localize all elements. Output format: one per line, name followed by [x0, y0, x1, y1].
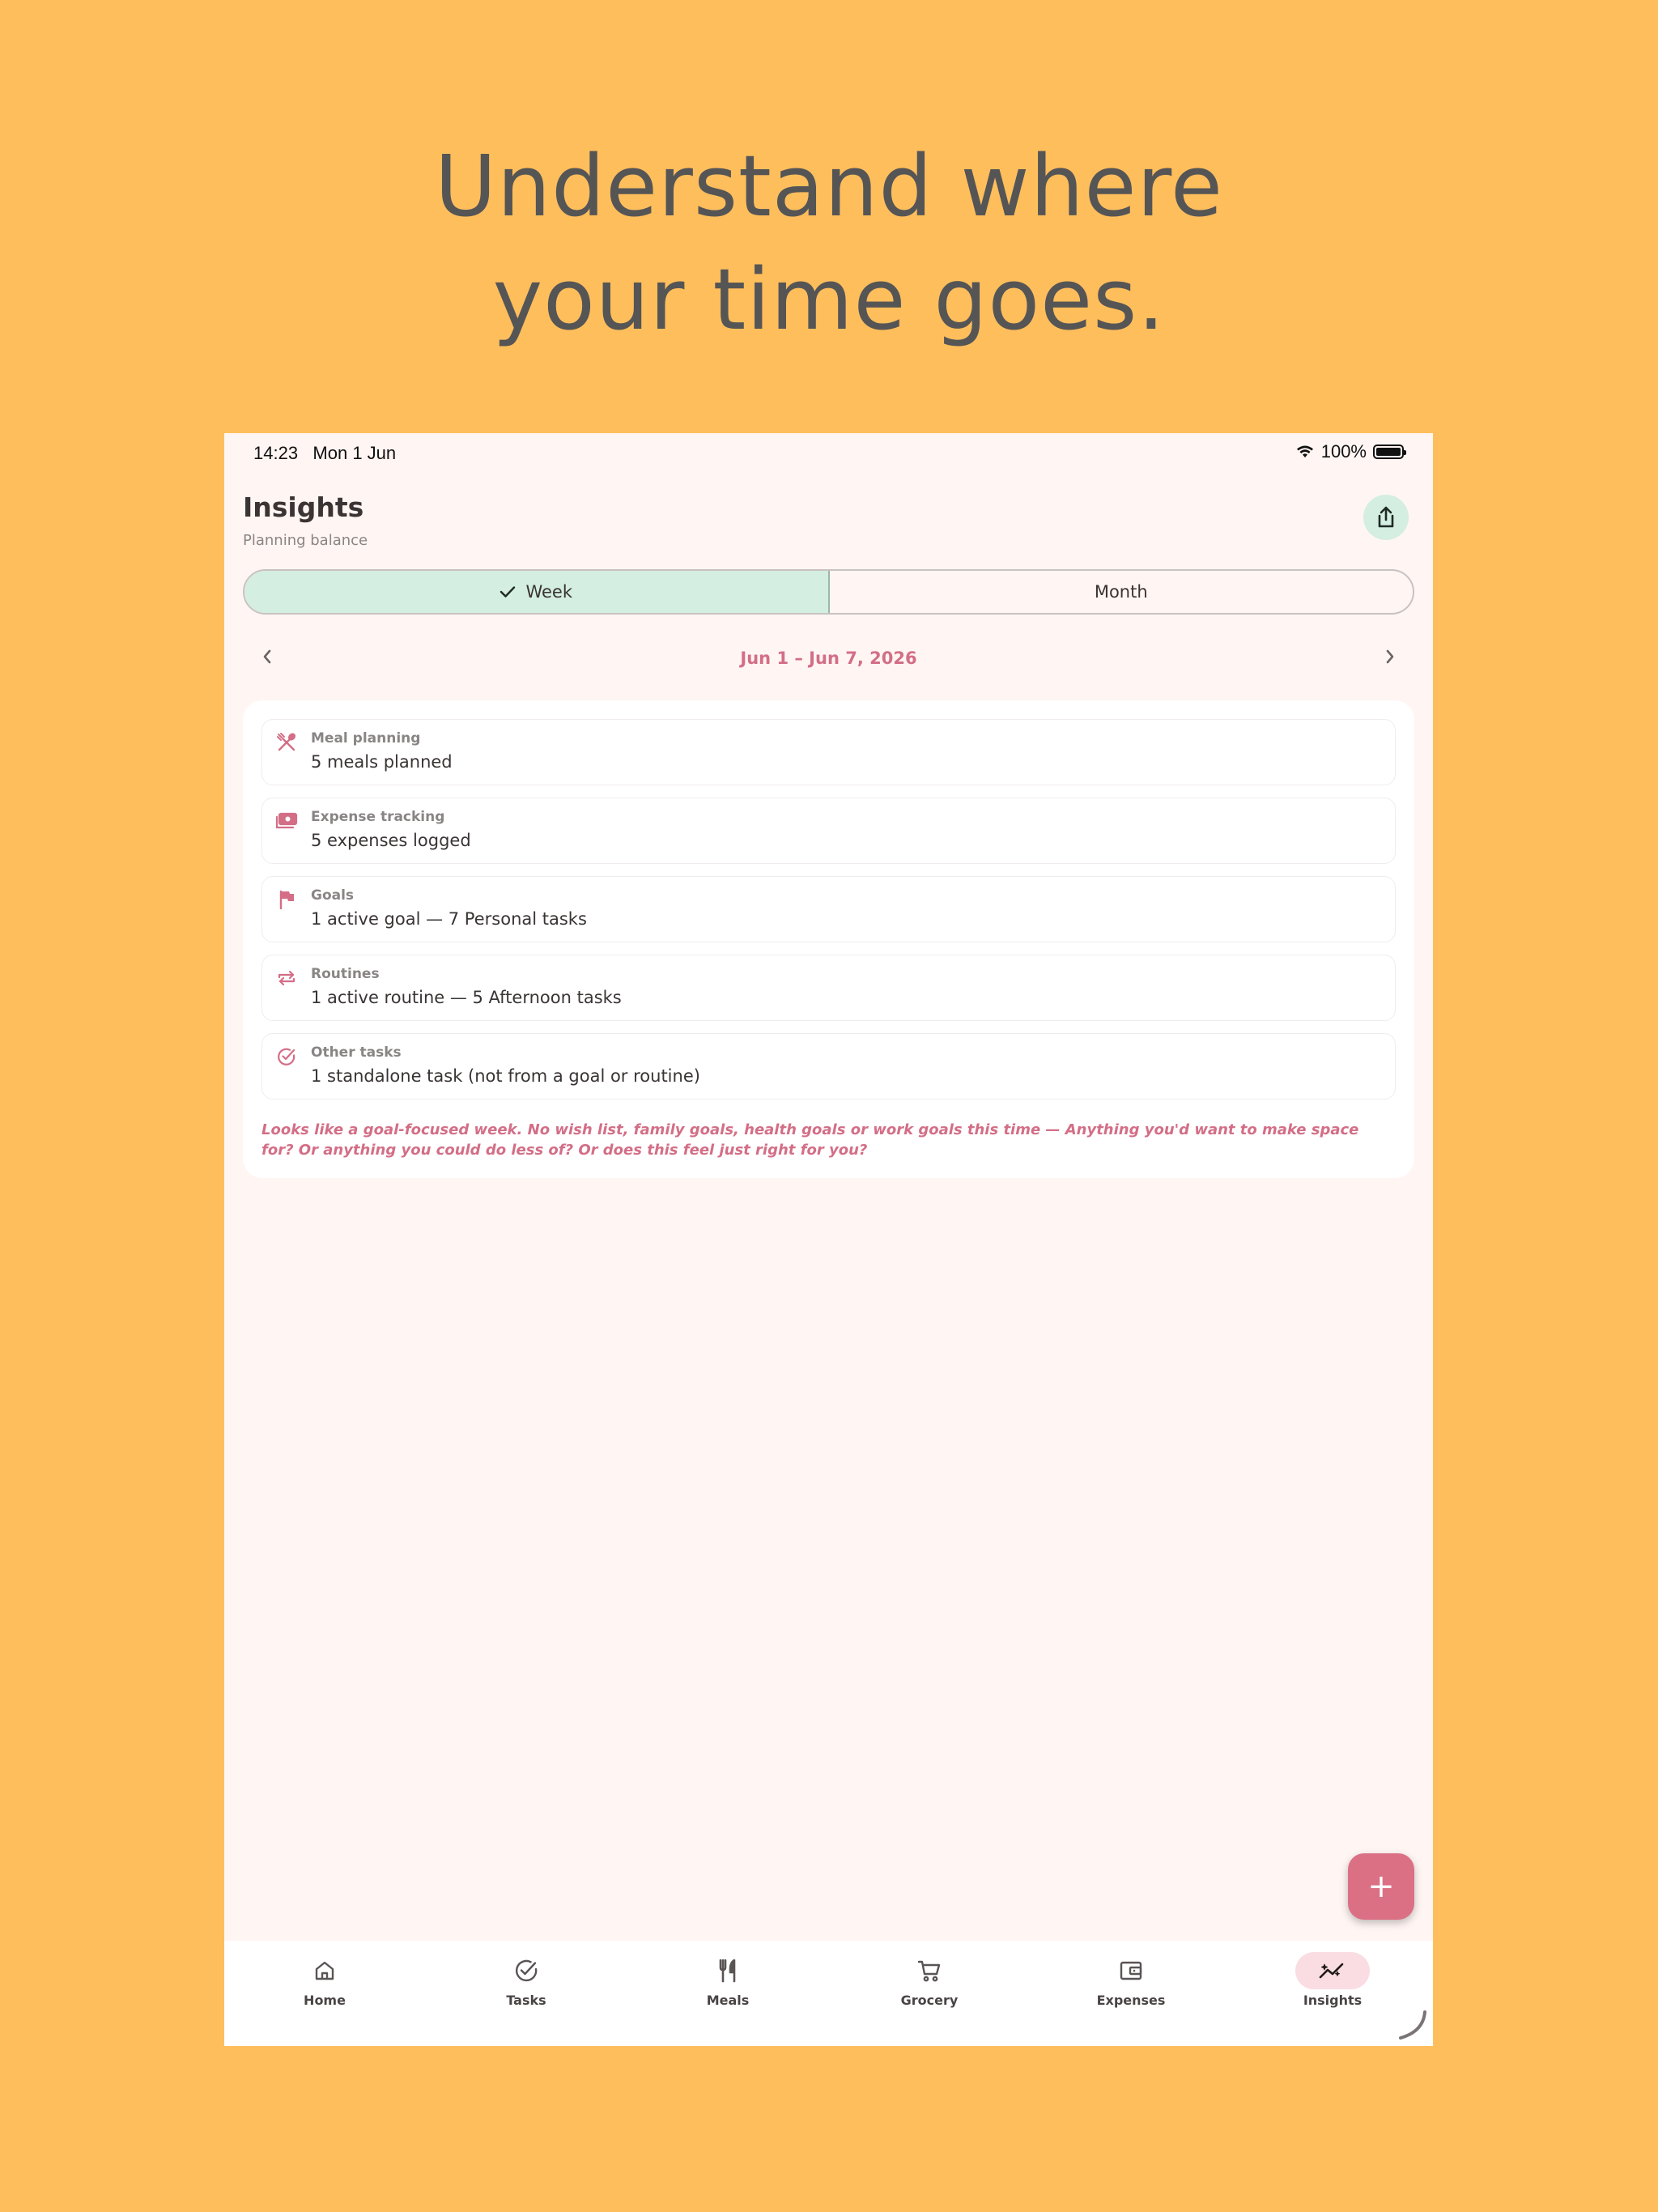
utensils-icon	[275, 731, 298, 754]
nav-item-insights[interactable]: Insights	[1284, 1952, 1381, 2008]
device-screen: 14:23 Mon 1 Jun 100% Insights Planning b…	[224, 433, 1433, 2046]
insight-item-meal-planning[interactable]: Meal planning 5 meals planned	[261, 719, 1396, 785]
battery-icon	[1373, 445, 1406, 459]
cart-icon	[917, 1960, 941, 1982]
nav-label: Insights	[1303, 1993, 1363, 2008]
nav-label: Home	[304, 1993, 346, 2008]
nav-label: Meals	[706, 1993, 750, 2008]
wallet-icon	[1120, 1961, 1142, 1980]
chevron-right-icon	[1386, 649, 1394, 664]
page-subtitle: Planning balance	[243, 532, 368, 549]
check-icon	[500, 586, 516, 598]
insight-item-label: Expense tracking	[311, 809, 445, 825]
period-segmented-control: Week Month	[243, 569, 1414, 615]
nav-label: Tasks	[506, 1993, 546, 2008]
insight-item-value: 5 expenses logged	[311, 831, 471, 850]
nav-item-tasks[interactable]: Tasks	[478, 1952, 575, 2008]
battery-percent: 100%	[1320, 441, 1367, 462]
insight-item-label: Meal planning	[311, 730, 421, 747]
status-bar: 14:23 Mon 1 Jun 100%	[224, 433, 1433, 472]
insight-item-value: 5 meals planned	[311, 752, 453, 772]
repeat-icon	[275, 967, 298, 989]
share-button[interactable]	[1363, 495, 1409, 540]
status-right: 100%	[1295, 441, 1406, 462]
insight-reflection-note: Looks like a goal-focused week. No wish …	[261, 1121, 1359, 1159]
next-period-button[interactable]	[1384, 647, 1397, 670]
segment-month[interactable]: Month	[830, 571, 1414, 613]
flag-icon	[275, 888, 298, 911]
headline: Understand where your time goes.	[0, 130, 1658, 356]
fork-knife-icon	[719, 1959, 736, 1983]
battery-level	[1376, 448, 1401, 456]
insight-item-goals[interactable]: Goals 1 active goal — 7 Personal tasks	[261, 876, 1396, 942]
add-button[interactable]: +	[1348, 1853, 1414, 1920]
nav-icon-container	[691, 1952, 765, 1989]
insight-item-expense-tracking[interactable]: Expense tracking 5 expenses logged	[261, 798, 1396, 864]
nav-label: Grocery	[900, 1993, 959, 2008]
nav-icon-container	[892, 1952, 967, 1989]
nav-item-meals[interactable]: Meals	[679, 1952, 776, 2008]
loading-arc-icon	[1399, 2010, 1426, 2040]
status-time-date: 14:23 Mon 1 Jun	[253, 443, 396, 464]
insight-item-value: 1 active routine — 5 Afternoon tasks	[311, 988, 622, 1007]
status-time: 14:23	[253, 443, 299, 463]
check-circle-icon	[275, 1045, 298, 1068]
segment-week[interactable]: Week	[244, 571, 830, 613]
nav-icon-container	[489, 1952, 563, 1989]
insights-card: Meal planning 5 meals planned Expense tr…	[243, 700, 1414, 1178]
nav-icon-container	[287, 1952, 362, 1989]
home-icon	[315, 1961, 334, 1980]
headline-line-2: your time goes.	[492, 250, 1166, 349]
insight-item-label: Other tasks	[311, 1044, 402, 1061]
segment-month-label: Month	[1094, 582, 1148, 602]
status-date: Mon 1 Jun	[312, 443, 397, 463]
nav-icon-container-active	[1295, 1952, 1370, 1989]
insight-item-value: 1 active goal — 7 Personal tasks	[311, 909, 587, 929]
nav-item-grocery[interactable]: Grocery	[881, 1952, 978, 2008]
bottom-navigation: Home Tasks Meals Grocery Expenses Insigh…	[224, 1941, 1433, 2046]
insight-item-value: 1 standalone task (not from a goal or ro…	[311, 1066, 700, 1086]
nav-icon-container	[1094, 1952, 1168, 1989]
insight-item-other-tasks[interactable]: Other tasks 1 standalone task (not from …	[261, 1033, 1396, 1100]
nav-item-home[interactable]: Home	[276, 1952, 373, 2008]
date-navigator: Jun 1 – Jun 7, 2026	[243, 642, 1414, 674]
money-icon	[275, 810, 298, 832]
wifi-icon	[1296, 445, 1313, 457]
insight-item-label: Goals	[311, 887, 355, 904]
insight-item-routines[interactable]: Routines 1 active routine — 5 Afternoon …	[261, 955, 1396, 1021]
date-range-label: Jun 1 – Jun 7, 2026	[740, 649, 917, 668]
check-circle-icon	[515, 1959, 538, 1982]
insights-chart-icon	[1319, 1963, 1344, 1979]
segment-week-label: Week	[525, 582, 573, 602]
insight-item-label: Routines	[311, 966, 380, 982]
nav-item-expenses[interactable]: Expenses	[1082, 1952, 1180, 2008]
share-icon	[1378, 506, 1394, 528]
nav-label: Expenses	[1096, 1993, 1166, 2008]
headline-line-1: Understand where	[435, 137, 1223, 236]
page-title: Insights	[243, 491, 364, 523]
